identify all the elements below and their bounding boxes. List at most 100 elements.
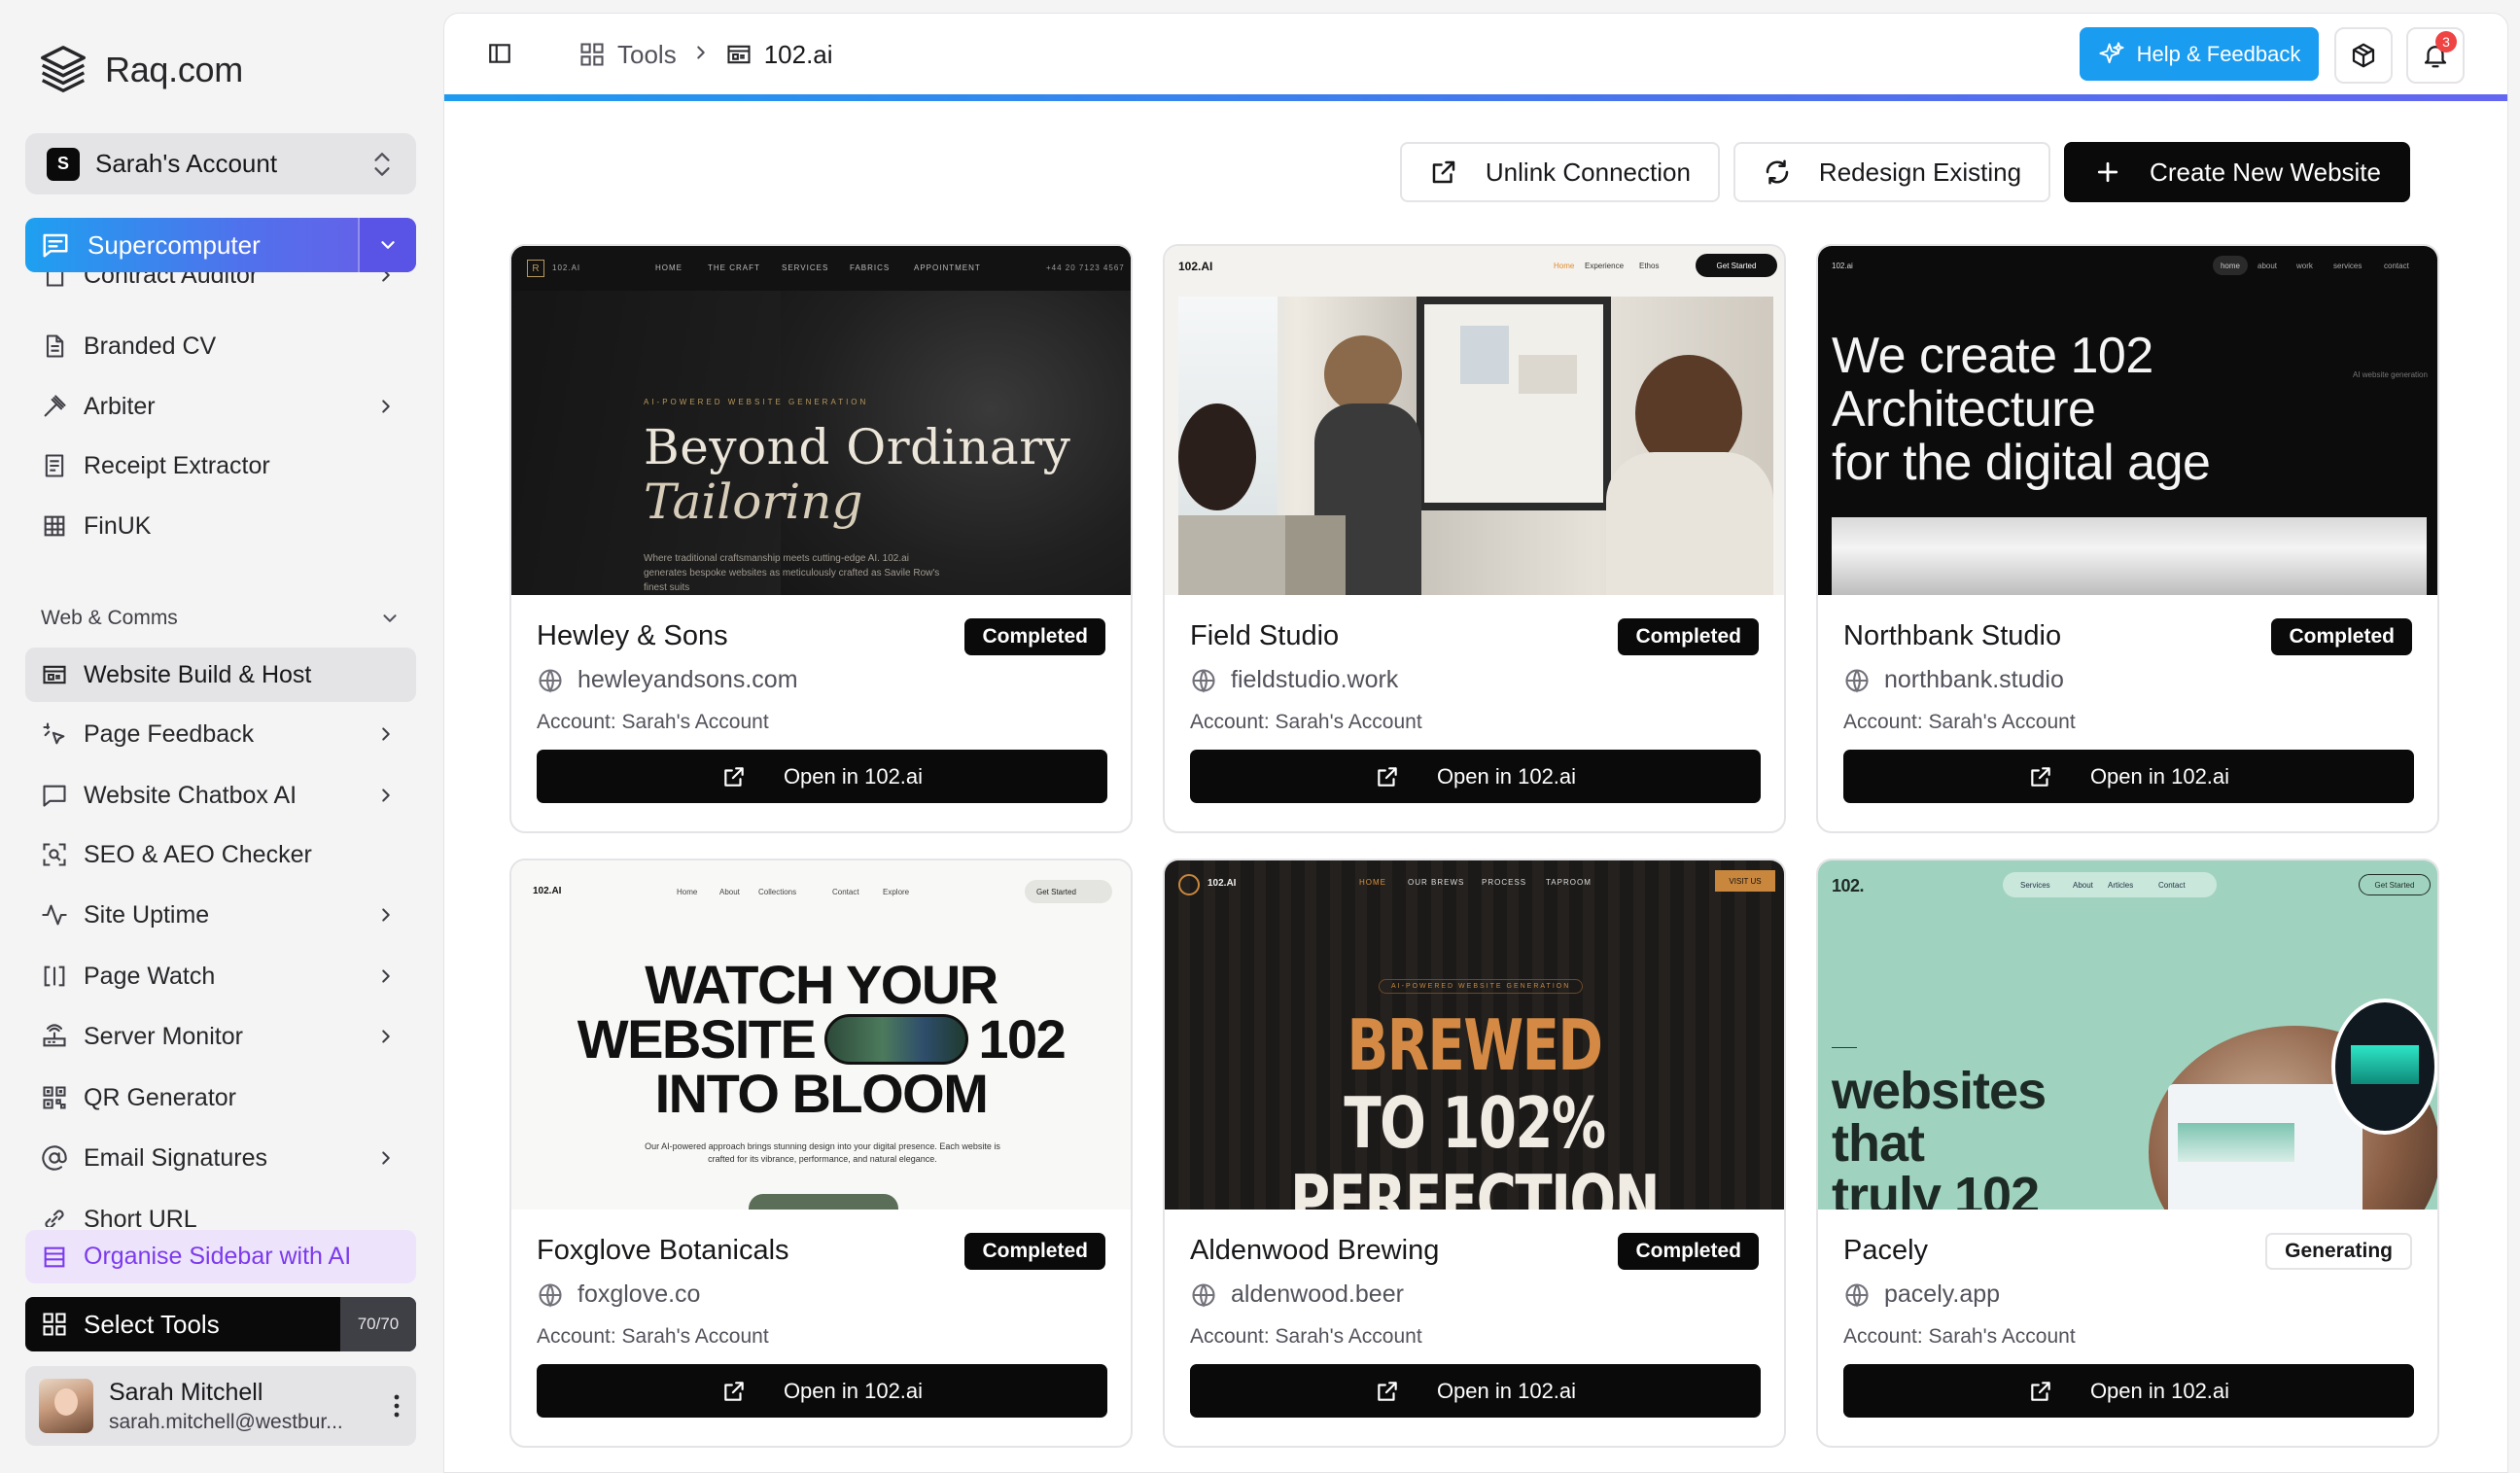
qr-code-icon	[43, 1086, 66, 1109]
supercomputer-main[interactable]: Supercomputer	[25, 218, 358, 272]
sidebar-item-label: QR Generator	[84, 1083, 237, 1111]
card-domain[interactable]: northbank.studio	[1843, 666, 2064, 694]
account-name: Sarah's Account	[95, 149, 278, 178]
sidebar-item-website-build-host[interactable]: Website Build & Host	[25, 648, 416, 702]
website-preview[interactable]: 102.ai home about work services contact …	[1818, 246, 2437, 595]
preview-nav-item: about	[2258, 262, 2278, 270]
chevron-right-icon	[382, 1151, 390, 1165]
card-account: Account: Sarah's Account	[1190, 711, 1422, 733]
website-preview[interactable]: R 102.AI HOME THE CRAFT SERVICES FABRICS…	[511, 246, 1131, 595]
open-in-102ai-button[interactable]: Open in 102.ai	[1190, 750, 1761, 803]
sidebar-item-seo-aeo-checker[interactable]: SEO & AEO Checker	[25, 827, 416, 882]
card-title: Aldenwood Brewing	[1190, 1235, 1440, 1266]
redesign-existing-button[interactable]: Redesign Existing	[1732, 142, 2051, 202]
preview-nav-item: About	[2073, 881, 2093, 890]
chevron-right-icon	[696, 45, 705, 59]
website-preview[interactable]: 102.AI Home Experience Ethos Get Started	[1165, 246, 1784, 595]
card-title: Field Studio	[1190, 620, 1340, 651]
supercomputer-button[interactable]: Supercomputer	[25, 218, 416, 272]
preview-logo: 102.AI	[552, 263, 581, 272]
card-domain[interactable]: hewleyandsons.com	[537, 666, 798, 694]
preview-headline-word: 102	[978, 1008, 1066, 1070]
sidebar-item-branded-cv[interactable]: Branded CV	[25, 319, 416, 373]
help-feedback-button[interactable]: Help & Feedback	[2080, 27, 2319, 81]
website-card-hewley[interactable]: R 102.AI HOME THE CRAFT SERVICES FABRICS…	[509, 244, 1133, 833]
website-card-northbank[interactable]: 102.ai home about work services contact …	[1816, 244, 2439, 833]
breadcrumb-tools[interactable]: Tools	[578, 40, 677, 70]
table-icon	[44, 515, 65, 537]
package-button[interactable]	[2334, 27, 2393, 84]
open-in-102ai-button[interactable]: Open in 102.ai	[1190, 1364, 1761, 1418]
sidebar-item-label: Website Build & Host	[84, 660, 312, 688]
open-in-102ai-button[interactable]: Open in 102.ai	[537, 1364, 1107, 1418]
preview-logo: 102.AI	[1208, 878, 1237, 889]
sidebar-item-label: Page Watch	[84, 962, 216, 990]
chevrons-up-down-icon	[374, 152, 390, 176]
sidebar-item-page-feedback[interactable]: Page Feedback	[25, 707, 416, 761]
website-card-foxglove[interactable]: 102.AI Home About Collections Contact Ex…	[509, 859, 1133, 1448]
open-label: Open in 102.ai	[2089, 1378, 2230, 1403]
status-badge: Completed	[1618, 1233, 1759, 1270]
preview-nav-item: Home	[1554, 262, 1575, 270]
sidebar-toggle-icon[interactable]	[487, 41, 512, 66]
preview-headline-line: WATCH YOUR	[645, 954, 998, 1015]
open-in-102ai-button[interactable]: Open in 102.ai	[1843, 1364, 2414, 1418]
card-domain[interactable]: foxglove.co	[537, 1280, 700, 1309]
website-preview[interactable]: 102.AI Home About Collections Contact Ex…	[511, 860, 1131, 1210]
chevron-right-icon	[382, 908, 390, 922]
card-domain[interactable]: pacely.app	[1843, 1280, 2000, 1309]
external-link-icon	[724, 766, 744, 787]
sidebar-item-qr-generator[interactable]: QR Generator	[25, 1070, 416, 1125]
organise-sidebar-button[interactable]: Organise Sidebar with AI	[25, 1230, 416, 1283]
sidebar-item-receipt-extractor[interactable]: Receipt Extractor	[25, 438, 416, 493]
website-preview[interactable]: 102.AI HOME OUR BREWS PROCESS TAPROOM VI…	[1165, 860, 1784, 1210]
sidebar-item-finuk[interactable]: FinUK	[25, 499, 416, 553]
section-web-comms[interactable]: Web & Comms	[41, 607, 401, 630]
card-domain[interactable]: fieldstudio.work	[1190, 666, 1398, 694]
preview-nav-item: home	[2213, 256, 2248, 275]
message-square-icon	[43, 785, 66, 807]
sidebar-item-label: Contract Auditor	[84, 272, 259, 289]
sidebar-item-site-uptime[interactable]: Site Uptime	[25, 888, 416, 942]
website-card-pacely[interactable]: 102. Services About Articles Contact Get…	[1816, 859, 2439, 1448]
unlink-label: Unlink Connection	[1485, 157, 1691, 187]
refresh-icon	[1766, 159, 1789, 185]
brand[interactable]: Raq.com	[35, 39, 243, 101]
user-card[interactable]: Sarah Mitchell sarah.mitchell@westbur...	[25, 1366, 416, 1446]
sidebar-item-short-url[interactable]: Short URL	[25, 1192, 416, 1227]
external-link-icon	[1378, 766, 1397, 787]
open-in-102ai-button[interactable]: Open in 102.ai	[537, 750, 1107, 803]
open-in-102ai-button[interactable]: Open in 102.ai	[1843, 750, 2414, 803]
user-menu-button[interactable]	[377, 1393, 416, 1419]
sidebar-item-contract-auditor[interactable]: Contract Auditor	[25, 272, 416, 302]
select-tools-button[interactable]: Select Tools 70/70	[25, 1297, 416, 1351]
card-title: Pacely	[1843, 1235, 1929, 1266]
preview-headline-italic: Tailoring	[644, 473, 863, 530]
unlink-connection-button[interactable]: Unlink Connection	[1399, 142, 1720, 202]
preview-nav-item: Contact	[2158, 881, 2186, 890]
website-preview[interactable]: 102. Services About Articles Contact Get…	[1818, 860, 2437, 1210]
supercomputer-dropdown[interactable]	[358, 218, 416, 272]
sidebar-item-label: Short URL	[84, 1205, 197, 1228]
sidebar-item-server-monitor[interactable]: Server Monitor	[25, 1009, 416, 1064]
notifications-button[interactable]: 3	[2406, 27, 2465, 84]
card-domain[interactable]: aldenwood.beer	[1190, 1280, 1404, 1309]
breadcrumb-current-label: 102.ai	[763, 39, 833, 69]
preview-nav-item: APPOINTMENT	[914, 263, 981, 272]
preview-logo: 102.AI	[1178, 260, 1213, 273]
preview-body: Where traditional craftsmanship meets cu…	[644, 553, 940, 593]
website-card-field-studio[interactable]: 102.AI Home Experience Ethos Get Started…	[1163, 244, 1786, 833]
account-switcher[interactable]: S Sarah's Account	[25, 133, 416, 194]
avatar	[39, 1379, 93, 1433]
create-website-button[interactable]: Create New Website	[2064, 142, 2410, 202]
status-badge: Completed	[964, 618, 1105, 655]
sidebar-item-website-chatbox-ai[interactable]: Website Chatbox AI	[25, 768, 416, 823]
sidebar-item-page-watch[interactable]: Page Watch	[25, 949, 416, 1003]
sidebar-item-email-signatures[interactable]: Email Signatures	[25, 1131, 416, 1185]
sidebar-item-arbiter[interactable]: Arbiter	[25, 379, 416, 434]
globe-icon	[539, 1282, 562, 1308]
sidebar-item-label: SEO & AEO Checker	[84, 840, 312, 868]
globe-icon	[1845, 668, 1869, 693]
preview-logo: 102.AI	[533, 886, 562, 896]
website-card-aldenwood[interactable]: 102.AI HOME OUR BREWS PROCESS TAPROOM VI…	[1163, 859, 1786, 1448]
